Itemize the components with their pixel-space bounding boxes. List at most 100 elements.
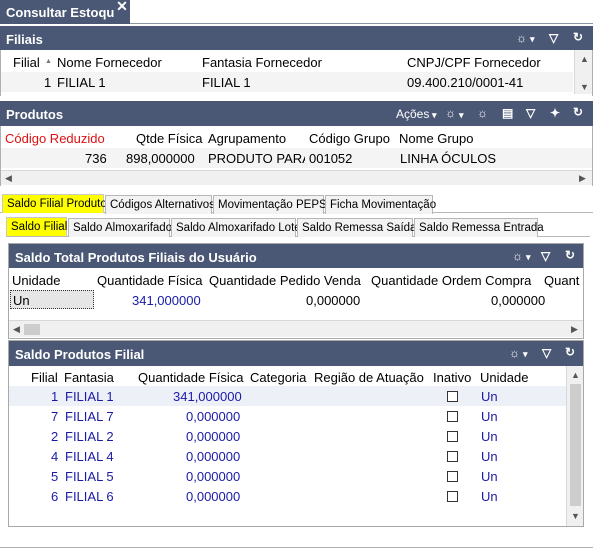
tab-saldo-almoxarifado-lote[interactable]: Saldo Almoxarifado Lote <box>171 218 301 237</box>
inativo-checkbox[interactable] <box>447 451 458 462</box>
col-regiao-atuacao[interactable]: Região de Atuação <box>314 370 424 385</box>
cell-unidade: Un <box>481 429 498 444</box>
col-quantidade-ordem-compra[interactable]: Quantidade Ordem Compra <box>371 273 531 288</box>
chevron-down-icon[interactable]: ▾ <box>459 109 464 121</box>
inativo-checkbox[interactable] <box>447 491 458 502</box>
scroll-up-icon[interactable]: ▲ <box>580 54 589 64</box>
filter-icon[interactable]: ▽ <box>549 32 558 44</box>
col-nome-fornecedor[interactable]: Nome Fornecedor <box>57 55 162 70</box>
sun-icon[interactable]: ☼ <box>516 32 527 44</box>
cell-codigo-grupo: 001052 <box>309 151 353 166</box>
cell-unidade: Un <box>10 290 94 309</box>
window-tab-title: Consultar Estoqu <box>6 5 115 20</box>
scroll-right-icon[interactable]: ▶ <box>571 324 578 334</box>
sun-icon[interactable]: ☼ <box>445 107 456 119</box>
pin-icon[interactable]: ✦ <box>550 107 560 119</box>
inativo-checkbox[interactable] <box>447 411 458 422</box>
cell-nome-grupo: LINHA ÓCULOS <box>400 151 497 166</box>
cell-filial: 4 <box>51 449 59 464</box>
col-quantidade-fisica[interactable]: Quantidade Física <box>97 273 203 288</box>
table-row[interactable]: 7 FILIAL 7 0,000000 Un <box>9 406 566 426</box>
col-codigo-reduzido[interactable]: Código Reduzido <box>5 131 105 146</box>
tab-saldo-filial[interactable]: Saldo Filial <box>6 217 67 236</box>
produtos-header: Produtos Ações ▾ ☼ ▾ ☼ ▤ ▽ ✦ ↻ <box>0 101 593 126</box>
table-row[interactable]: 1 FILIAL 1 341,000000 Un <box>9 386 566 406</box>
cell-fantasia: FILIAL 1 <box>65 389 114 404</box>
chevron-down-icon[interactable]: ▾ <box>432 109 437 121</box>
col-nome-grupo[interactable]: Nome Grupo <box>399 131 473 146</box>
table-row[interactable]: Un 341,000000 0,000000 0,000000 <box>9 290 583 310</box>
table-row[interactable]: 6 FILIAL 6 0,000000 Un <box>9 486 566 506</box>
tab-movimentacao-peps[interactable]: Movimentação PEPS <box>213 195 327 214</box>
window-tab-consultar-estoque[interactable]: Consultar Estoqu <box>0 0 130 24</box>
col-filial[interactable]: Filial <box>31 370 58 385</box>
table-row[interactable]: 4 FILIAL 4 0,000000 Un <box>9 446 566 466</box>
col-fantasia-fornecedor[interactable]: Fantasia Fornecedor <box>202 55 322 70</box>
sun-dim-icon[interactable]: ☼ <box>477 107 488 119</box>
col-categoria[interactable]: Categoria <box>250 370 306 385</box>
table-row[interactable]: 5 FILIAL 5 0,000000 Un <box>9 466 566 486</box>
chevron-down-icon[interactable]: ▾ <box>526 251 531 263</box>
table-row[interactable]: 2 FILIAL 2 0,000000 Un <box>9 426 566 446</box>
col-codigo-grupo[interactable]: Código Grupo <box>309 131 390 146</box>
produtos-title: Produtos <box>6 107 64 122</box>
refresh-icon[interactable]: ↻ <box>565 249 575 261</box>
cell-qtd: 341,000000 <box>173 389 242 404</box>
saldo-filial-grid: Filial Fantasia Quantidade Física Catego… <box>9 366 583 526</box>
cell-filial: 1 <box>44 75 52 90</box>
col-quantidade-fisica[interactable]: Quantidade Física <box>138 370 244 385</box>
grid-icon[interactable]: ▤ <box>502 107 513 119</box>
col-filial[interactable]: Filial <box>13 55 40 70</box>
col-quant[interactable]: Quant <box>544 273 579 288</box>
saldo-filial-title: Saldo Produtos Filial <box>15 347 145 362</box>
tab-saldo-remessa-saida[interactable]: Saldo Remessa Saída <box>297 218 416 237</box>
tab-saldo-almoxarifado[interactable]: Saldo Almoxarifado <box>68 218 172 237</box>
filter-icon[interactable]: ▽ <box>526 107 535 119</box>
scroll-left-icon[interactable]: ◀ <box>5 173 12 183</box>
produtos-horizontal-scrollbar[interactable]: ◀ ▶ <box>1 170 592 185</box>
filiais-grid: Filial ▲ Nome Fornecedor Fantasia Fornec… <box>0 50 593 96</box>
acoes-menu[interactable]: Ações <box>396 107 429 121</box>
col-inativo[interactable]: Inativo <box>433 370 471 385</box>
filter-icon[interactable]: ▽ <box>542 347 551 359</box>
scroll-left-icon[interactable]: ◀ <box>13 324 20 334</box>
cell-qtd-ordem: 0,000000 <box>491 293 546 308</box>
saldo-total-header: Saldo Total Produtos Filiais do Usuário … <box>9 244 583 268</box>
tab-saldo-remessa-entrada[interactable]: Saldo Remessa Entrada <box>414 218 544 237</box>
tab-ficha-movimentacao[interactable]: Ficha Movimentação <box>325 195 436 214</box>
filter-icon[interactable]: ▽ <box>541 250 550 262</box>
inativo-checkbox[interactable] <box>447 431 458 442</box>
scrollbar-thumb[interactable] <box>24 324 40 335</box>
col-quantidade-pedido-venda[interactable]: Quantidade Pedido Venda <box>209 273 361 288</box>
col-agrupamento[interactable]: Agrupamento <box>208 131 286 146</box>
sun-icon[interactable]: ☼ <box>512 250 523 262</box>
scroll-right-icon[interactable]: ▶ <box>579 173 586 183</box>
refresh-icon[interactable]: ↻ <box>573 106 583 118</box>
saldo-filial-vertical-scrollbar[interactable]: ▲ ▼ <box>566 366 583 526</box>
chevron-down-icon[interactable]: ▾ <box>530 33 535 45</box>
chevron-down-icon[interactable]: ▾ <box>523 348 528 360</box>
table-row[interactable]: 736 898,000000 PRODUTO PARA 001052 LINHA… <box>1 148 592 168</box>
col-unidade[interactable]: Unidade <box>480 370 528 385</box>
col-qtde-fisica[interactable]: Qtde Física <box>136 131 202 146</box>
inativo-checkbox[interactable] <box>447 391 458 402</box>
scroll-down-icon[interactable]: ▼ <box>571 511 580 521</box>
col-fantasia[interactable]: Fantasia <box>64 370 114 385</box>
tab-saldo-filial-produto[interactable]: Saldo Filial Produto <box>2 194 107 213</box>
sun-icon[interactable]: ☼ <box>509 347 520 359</box>
close-icon[interactable]: ✕ <box>114 0 130 14</box>
inativo-checkbox[interactable] <box>447 471 458 482</box>
col-cnpj-fornecedor[interactable]: CNPJ/CPF Fornecedor <box>407 55 541 70</box>
tab-codigos-alternativos[interactable]: Códigos Alternativos <box>105 195 215 214</box>
scroll-down-icon[interactable]: ▼ <box>580 82 589 92</box>
refresh-icon[interactable]: ↻ <box>565 346 575 358</box>
scroll-up-icon[interactable]: ▲ <box>571 370 580 380</box>
saldo-filial-header: Saldo Produtos Filial ☼ ▾ ▽ ↻ <box>9 341 583 366</box>
refresh-icon[interactable]: ↻ <box>573 31 583 43</box>
col-unidade[interactable]: Unidade <box>12 273 60 288</box>
cell-qtd: 0,000000 <box>186 469 241 484</box>
scrollbar-thumb[interactable] <box>570 384 581 506</box>
filiais-vertical-scrollbar[interactable]: ▲ ▼ <box>574 50 592 94</box>
saldo-total-horizontal-scrollbar[interactable]: ◀ ▶ <box>9 320 583 337</box>
table-row[interactable]: 1 FILIAL 1 FILIAL 1 09.400.210/0001-41 <box>1 72 573 92</box>
